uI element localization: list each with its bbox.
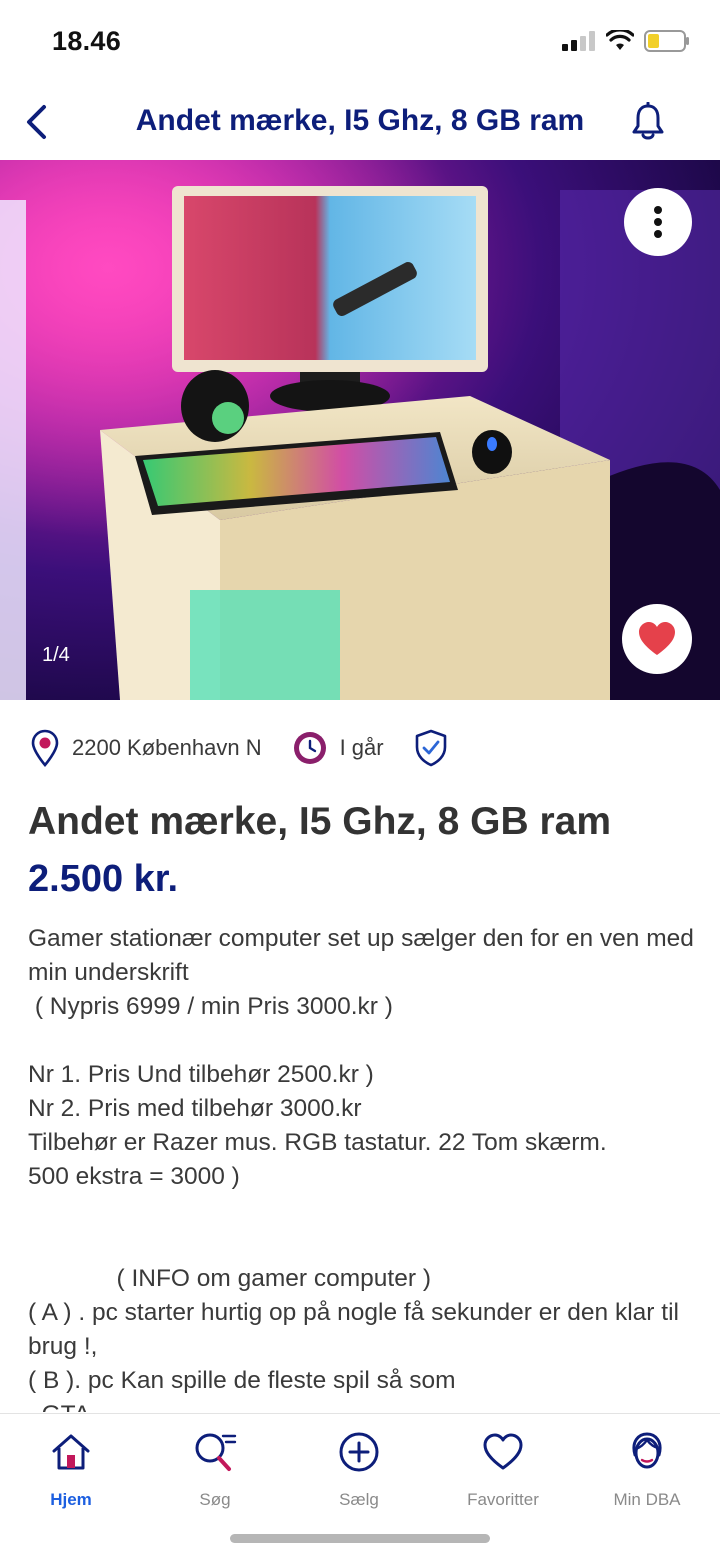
posted-meta: I går (292, 730, 384, 766)
home-icon (52, 1434, 90, 1470)
heart-filled-icon (639, 622, 675, 655)
battery-icon (644, 30, 689, 52)
signal-icon (562, 31, 595, 51)
image-counter: 1/4 (42, 644, 70, 666)
listing-description: Gamer stationær computer set up sælger d… (28, 925, 694, 1412)
listing-price: 2.500 kr. (28, 858, 179, 900)
notification-button[interactable] (624, 98, 672, 146)
location-pin-icon (31, 729, 59, 767)
plus-circle-icon (339, 1432, 379, 1472)
clock-icon (293, 732, 326, 764)
listing-meta-row: 2200 København N I går (30, 728, 490, 768)
heart-icon (483, 1433, 523, 1470)
bell-icon (632, 102, 664, 140)
header-title: Andet mærke, I5 Ghz, 8 GB ram (135, 104, 585, 137)
status-icons (562, 30, 690, 52)
posted-text: I går (339, 735, 384, 760)
listing-image-gallery[interactable]: 1/4 (0, 160, 720, 700)
wifi-icon (606, 30, 634, 50)
home-indicator (230, 1534, 490, 1543)
nav-label-sell: Sælg (339, 1490, 379, 1509)
location-meta: 2200 København N (30, 729, 262, 767)
search-icon (195, 1433, 237, 1471)
nav-label-profile: Min DBA (613, 1490, 681, 1509)
verified-meta[interactable] (414, 729, 460, 767)
nav-item-search[interactable]: Søg (155, 1428, 275, 1510)
nav-label-search: Søg (199, 1490, 231, 1509)
nav-item-favorites[interactable]: Favoritter (443, 1428, 563, 1510)
more-vertical-icon (654, 206, 662, 238)
nav-label-home: Hjem (50, 1490, 92, 1509)
status-time: 18.46 (52, 26, 122, 56)
listing-photo (0, 160, 720, 700)
shield-check-icon (415, 729, 446, 767)
status-bar: 18.46 (0, 0, 720, 88)
header: Andet mærke, I5 Ghz, 8 GB ram (0, 88, 720, 160)
nav-item-profile[interactable]: Min DBA (587, 1428, 707, 1510)
location-text: 2200 København N (72, 735, 262, 760)
listing-title: Andet mærke, I5 Ghz, 8 GB ram (28, 800, 612, 843)
favorite-button[interactable] (622, 604, 692, 674)
nav-item-home[interactable]: Hjem (11, 1428, 131, 1510)
profile-icon (632, 1432, 662, 1469)
more-options-button[interactable] (624, 188, 692, 256)
nav-item-sell[interactable]: Sælg (299, 1428, 419, 1510)
nav-label-favorites: Favoritter (467, 1490, 539, 1509)
